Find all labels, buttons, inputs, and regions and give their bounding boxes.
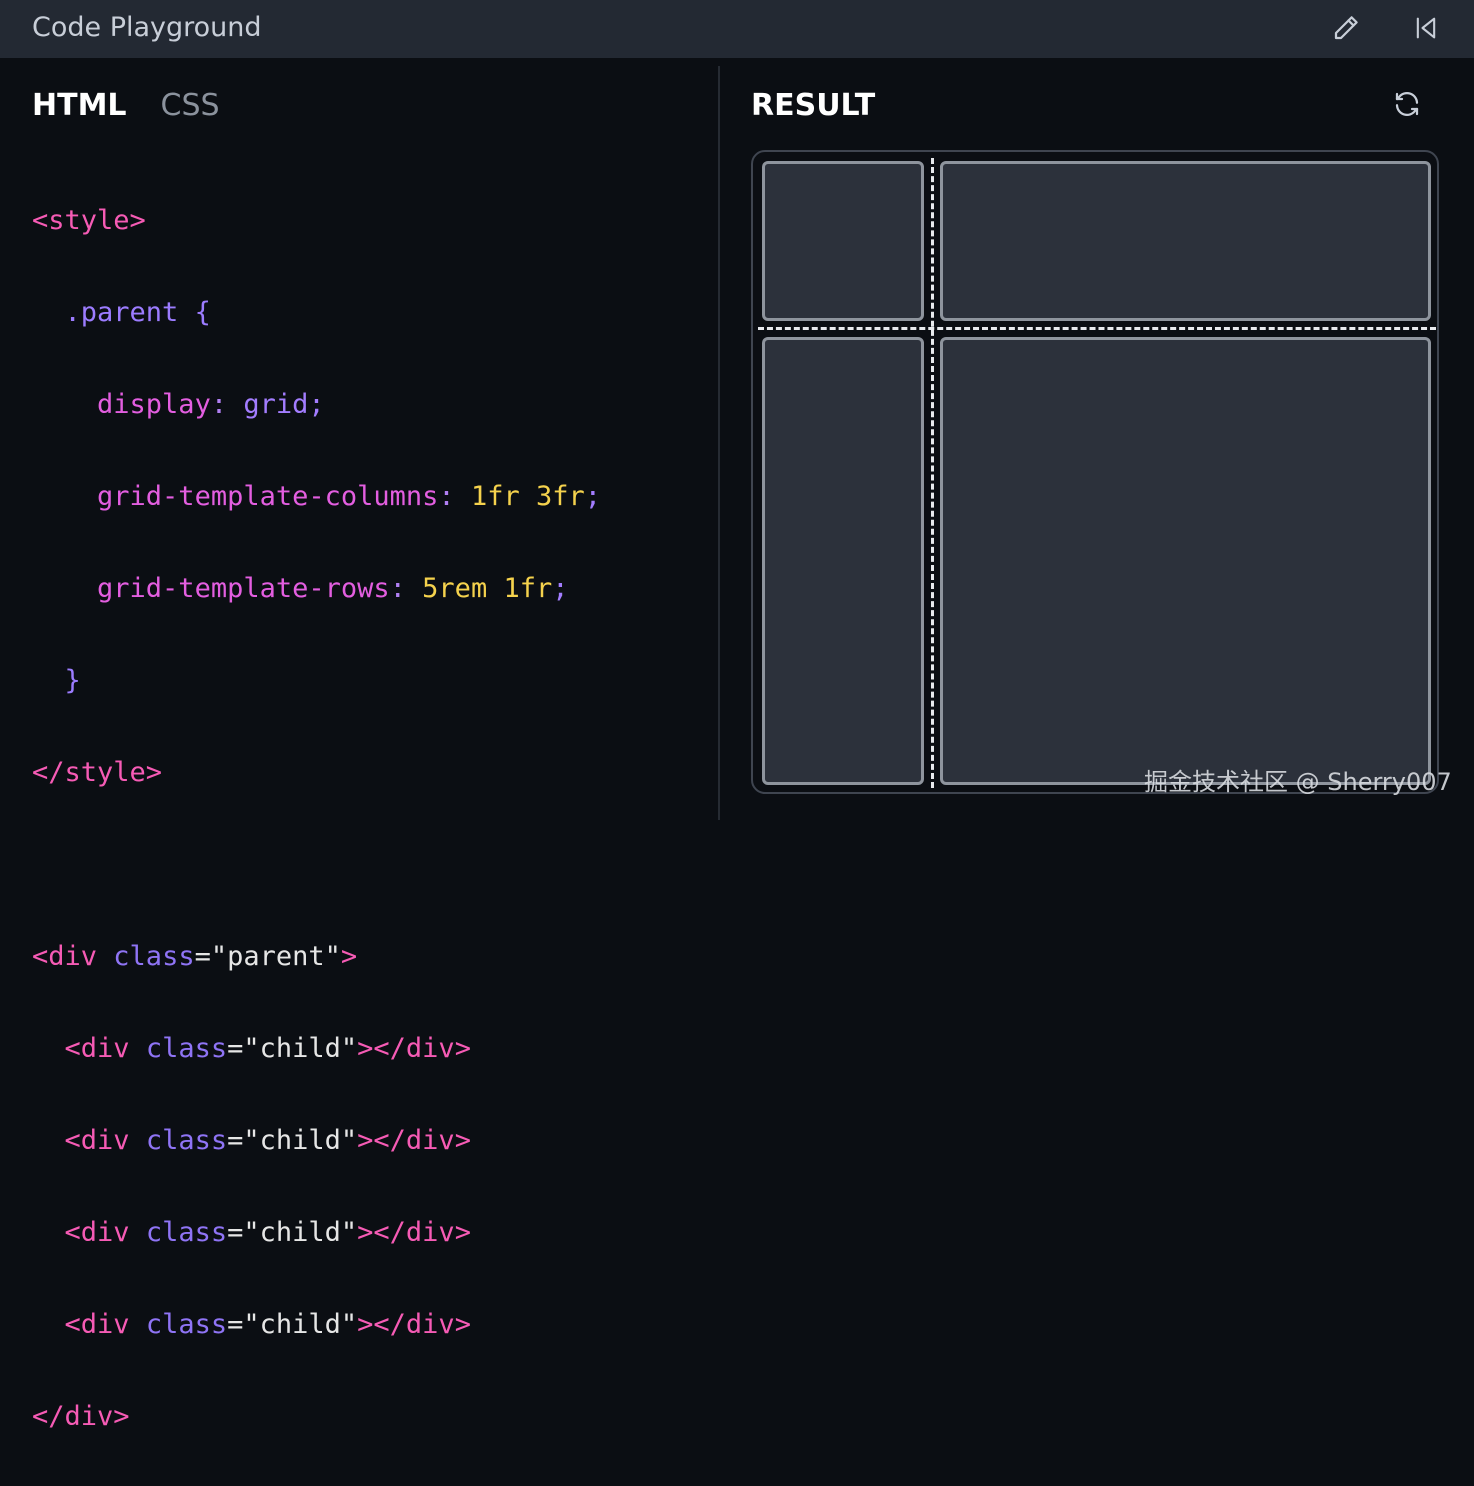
code-token: ></div> [357, 1033, 471, 1064]
grid-row-line [758, 327, 1436, 330]
code-token: ></div> [357, 1309, 471, 1340]
window-title: Code Playground [32, 12, 262, 43]
code-token: "parent" [210, 941, 341, 972]
code-line: </style> [32, 750, 601, 796]
code-token: class [145, 1033, 228, 1064]
code-token: class [145, 1217, 228, 1248]
code-token: 1fr [503, 573, 553, 604]
code-line: <div class="child"></div> [32, 1210, 601, 1256]
code-line: grid-template-rows: 5rem 1fr; [32, 566, 601, 612]
code-token: <div [64, 1125, 130, 1156]
code-token: 3fr [535, 481, 585, 512]
tab-html[interactable]: HTML [32, 84, 127, 128]
code-token: : [389, 573, 406, 604]
code-token: </div> [32, 1401, 130, 1432]
edit-button[interactable] [1326, 8, 1366, 48]
code-token: } [64, 665, 81, 696]
code-line: <style> [32, 198, 601, 244]
code-token: <div [64, 1033, 130, 1064]
result-heading: RESULT [751, 88, 876, 123]
result-preview [751, 150, 1439, 794]
collapse-button[interactable] [1406, 8, 1446, 48]
code-token: "child" [243, 1309, 358, 1340]
code-token: "child" [243, 1217, 358, 1248]
code-token: grid-template-rows [97, 573, 390, 604]
code-token: class [145, 1309, 228, 1340]
code-token: = [227, 1309, 244, 1340]
code-token: > [340, 941, 358, 972]
code-token: ; [584, 481, 602, 512]
grid-column-line [931, 158, 934, 788]
refresh-icon [1395, 92, 1419, 116]
code-line: grid-template-columns: 1fr 3fr; [32, 474, 601, 520]
title-bar: Code Playground [0, 0, 1474, 58]
code-line: <div class="child"></div> [32, 1026, 601, 1072]
code-token: "child" [243, 1125, 358, 1156]
code-token: 1fr [470, 481, 520, 512]
pencil-icon [1334, 16, 1358, 40]
code-line: <div class="child"></div> [32, 1302, 601, 1348]
grid-child [762, 337, 924, 785]
code-line: } [32, 658, 601, 704]
code-token: = [227, 1217, 244, 1248]
code-token: ; [552, 573, 569, 604]
code-token: class [145, 1125, 228, 1156]
code-line: <div class="parent"> [32, 934, 601, 980]
code-token: class [113, 941, 195, 972]
code-token: = [194, 941, 211, 972]
code-token: : [438, 481, 455, 512]
code-line: </div> [32, 1394, 601, 1440]
code-token: = [227, 1033, 244, 1064]
code-token: 5rem [422, 573, 488, 604]
code-line: display: grid; [32, 382, 601, 428]
code-editor[interactable]: <style> .parent { display: grid; grid-te… [32, 152, 601, 1486]
editor-tabs: HTML CSS [32, 84, 220, 128]
code-token: </style> [32, 757, 163, 788]
grid-child [940, 337, 1431, 785]
grid-child [940, 161, 1431, 321]
code-token: "child" [243, 1033, 358, 1064]
code-token: <div [32, 941, 98, 972]
code-token: grid; [243, 389, 325, 420]
collapse-left-icon [1416, 17, 1436, 39]
code-token: { [194, 297, 211, 328]
code-token: grid-template-columns [97, 481, 439, 512]
code-token: display [97, 389, 211, 420]
code-token: = [227, 1125, 244, 1156]
tab-css[interactable]: CSS [161, 84, 220, 128]
code-line: <div class="child"></div> [32, 1118, 601, 1164]
refresh-button[interactable] [1387, 84, 1427, 124]
panel-divider[interactable] [718, 66, 720, 820]
code-line: .parent { [32, 290, 601, 336]
code-token: ></div> [357, 1217, 471, 1248]
grid-child [762, 161, 924, 321]
code-token: ></div> [357, 1125, 471, 1156]
code-token: <style> [32, 205, 146, 236]
code-token: <div [64, 1309, 130, 1340]
code-token: <div [64, 1217, 130, 1248]
code-token: .parent [64, 297, 179, 328]
code-token: : [210, 389, 228, 420]
watermark: 掘金技术社区 @ Sherry007 [1144, 768, 1452, 796]
